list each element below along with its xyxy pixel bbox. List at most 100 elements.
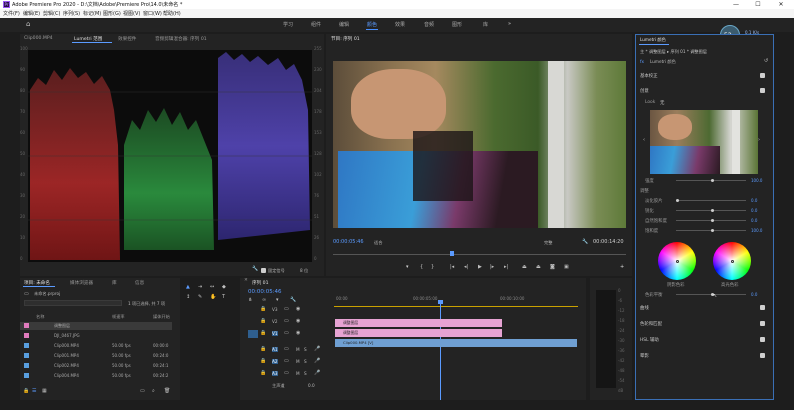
adjust-section-label[interactable]: 调整 [640,188,649,194]
track-lock-icon[interactable]: 🔒 [260,306,266,312]
work-area-bar[interactable] [334,306,578,307]
color-wheels-checkbox[interactable] [760,321,765,326]
track-label[interactable]: V2 [272,319,278,324]
tab-effect-controls[interactable]: 效果控件 [118,36,136,42]
toggle-output-eye-icon[interactable]: ◉ [296,330,300,336]
project-row[interactable]: Clip002.MP4 50.00 fps 00:24:1 [20,362,172,370]
sharpen-value[interactable]: 0.0 [751,208,757,213]
track-lock-icon[interactable]: 🔒 [260,370,266,376]
clamp-signal-checkbox[interactable] [261,268,266,273]
source-patch-v1[interactable] [248,330,258,338]
track-label[interactable]: V3 [272,307,278,312]
vibrance-value[interactable]: 0.0 [751,218,757,223]
ripple-edit-tool-icon[interactable]: ↔ [210,284,214,290]
linked-selection-icon[interactable]: ∞ [262,297,266,303]
section-creative[interactable]: 创意 [640,88,649,94]
settings-wrench-icon[interactable]: 🔧 [582,239,588,245]
workspace-tab-effects[interactable]: 效果 [395,21,405,28]
add-marker-icon[interactable]: ▾ [406,264,409,270]
wrench-icon[interactable]: 🔧 [252,266,258,272]
tab-source-clip[interactable]: Clip000.MP4 [24,36,53,41]
timeline-timecode[interactable]: 00:00:05:46 [248,289,282,295]
list-view-icon[interactable]: ☰ [32,388,36,394]
play-icon[interactable]: ▶ [478,264,482,270]
section-vignette[interactable]: 晕影 [640,353,649,359]
project-row[interactable]: Clip004.MP4 50.00 fps 00:24:2 [20,372,172,380]
lock-icon[interactable]: 🔒 [23,388,29,394]
selection-tool-icon[interactable]: ▲ [186,284,190,290]
export-frame-icon[interactable]: ◙ [550,264,555,270]
program-scrubber[interactable] [333,254,626,255]
menu-sequence[interactable]: 序列(S) [63,10,80,17]
voiceover-mic-icon[interactable]: 🎤 [314,346,320,352]
look-select[interactable]: 无 [660,100,664,106]
close-tab-icon[interactable]: ✕ [244,278,248,284]
mute-button[interactable]: M [296,359,300,364]
sync-lock-icon[interactable]: ▭ [284,370,289,376]
pen-tool-icon[interactable]: ✎ [198,294,202,300]
saturation-value[interactable]: 100.0 [751,228,762,233]
sync-lock-icon[interactable]: ▭ [284,306,289,312]
saturation-knob[interactable] [711,229,714,232]
menu-view[interactable]: 视图(V) [123,10,140,17]
column-fps-header[interactable]: 帧速率 [112,314,125,320]
master-volume[interactable]: 0.0 [308,383,315,388]
voiceover-mic-icon[interactable]: 🎤 [314,358,320,364]
workspace-tab-assembly[interactable]: 组件 [311,21,321,28]
track-lock-icon[interactable]: 🔒 [260,330,266,336]
curves-checkbox[interactable] [760,305,765,310]
track-select-tool-icon[interactable]: ⇥ [198,284,202,290]
project-search-input[interactable] [24,300,122,306]
workspace-tab-graphics[interactable]: 图形 [452,21,462,28]
highlight-tint-wheel[interactable] [713,242,751,280]
sync-lock-icon[interactable]: ▭ [284,346,289,352]
solo-button[interactable]: S [304,347,307,352]
track-label[interactable]: A3 [272,371,278,376]
mark-out-icon[interactable]: } [431,264,434,270]
add-button-icon[interactable]: + [620,264,624,270]
track-label[interactable]: V1 [272,331,278,336]
track-lock-icon[interactable]: 🔒 [260,318,266,324]
extract-icon[interactable]: ⏏ [536,264,541,270]
timeline-settings-icon[interactable]: 🔧 [290,297,296,303]
program-timecode[interactable]: 00:00:05:46 [333,239,364,245]
faded-film-value[interactable]: 0.0 [751,198,757,203]
mark-in-icon[interactable]: { [420,264,423,270]
section-hsl-secondary[interactable]: HSL 辅助 [640,337,659,343]
close-button[interactable]: ✕ [771,0,791,9]
workspace-tab-editing[interactable]: 编辑 [339,21,349,28]
bit-depth-select[interactable]: 8 位 [300,268,308,274]
track-label[interactable]: A1 [272,347,278,352]
toggle-output-eye-icon[interactable]: ◉ [296,318,300,324]
tab-info[interactable]: 信息 [135,280,144,286]
faded-film-knob[interactable] [676,199,679,202]
solo-button[interactable]: S [304,359,307,364]
workspace-tab-libraries[interactable]: 库 [483,21,488,28]
sequence-tab[interactable]: 序列 01 [252,280,269,286]
mute-button[interactable]: M [296,371,300,376]
voiceover-mic-icon[interactable]: 🎤 [314,370,320,376]
creative-checkbox[interactable] [760,88,765,93]
column-start-header[interactable]: 媒体开始 [153,314,170,320]
icon-view-icon[interactable]: ▦ [42,388,47,394]
project-row[interactable]: DJI_0467.JPG [20,332,172,340]
new-bin-icon[interactable]: ▭ [140,388,145,394]
tab-audio-clip-mixer[interactable]: 音频剪辑混合器: 序列 01 [155,36,207,42]
lumetri-effect-select[interactable]: Lumetri 颜色 [650,59,676,65]
menu-file[interactable]: 文件(F) [3,10,20,17]
playhead-handle[interactable] [438,300,443,304]
track-label[interactable]: A2 [272,359,278,364]
workspace-tab-color[interactable]: 颜色 [367,21,377,28]
minimize-button[interactable]: — [726,0,746,9]
solo-button[interactable]: S [304,371,307,376]
timeline-clip[interactable]: Clip000.MP4 [V] [335,339,577,347]
tint-balance-value[interactable]: 0.0 [751,292,757,297]
section-curves[interactable]: 曲线 [640,305,649,311]
lumetri-breadcrumb[interactable]: 主 * 调整图层 ▸ 序列 01 * 调整图层 [640,49,707,55]
add-marker-timeline-icon[interactable]: ▾ [276,297,279,303]
hsl-secondary-checkbox[interactable] [760,337,765,342]
home-icon[interactable]: ⌂ [26,21,30,28]
project-row[interactable]: Clip001.MP4 50.00 fps 00:24:0 [20,352,172,360]
previous-look-icon[interactable]: ‹ [643,137,645,143]
toggle-output-eye-icon[interactable]: ◉ [296,306,300,312]
